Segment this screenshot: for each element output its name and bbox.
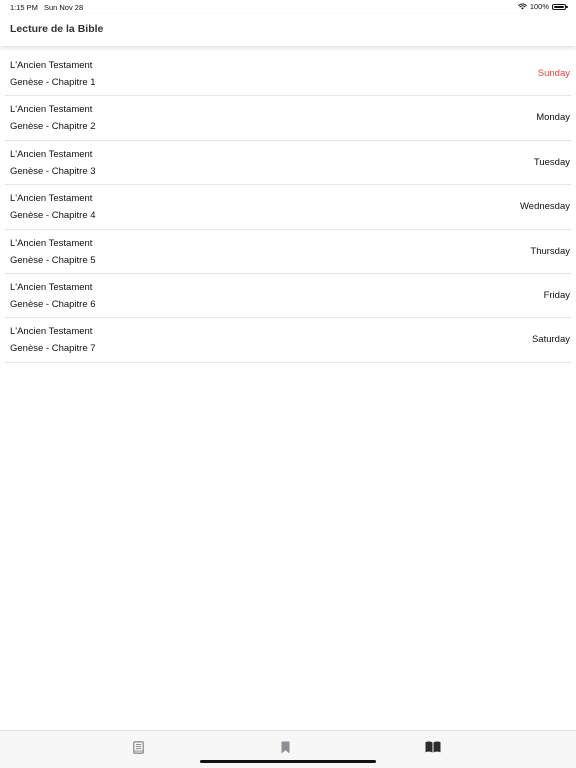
item-day: Monday: [536, 112, 570, 124]
item-chapter: Genèse - Chapitre 1: [10, 77, 96, 88]
status-left: 1:15 PM Sun Nov 28: [10, 3, 83, 12]
app-screen: 1:15 PM Sun Nov 28 100% Lecture de la Bib…: [0, 0, 576, 768]
item-testament: L'Ancien Testament: [10, 60, 93, 71]
wifi-icon: [518, 3, 527, 10]
reading-list-item[interactable]: L'Ancien Testament Genèse - Chapitre 6 Fri…: [5, 274, 571, 319]
battery-fill: [554, 5, 564, 8]
item-day: Thursday: [530, 245, 570, 257]
home-indicator: [200, 760, 376, 763]
item-testament: L'Ancien Testament: [10, 193, 93, 205]
book-icon: [132, 740, 144, 754]
tab-bar: [0, 730, 576, 768]
reading-list-item[interactable]: L'Ancien Testament Genèse - Chapitre 3 Tue…: [5, 141, 571, 186]
tab-reading[interactable]: [423, 740, 443, 754]
battery-icon: [552, 3, 568, 10]
status-right: 100%: [518, 2, 568, 11]
item-day: Friday: [543, 289, 570, 301]
item-chapter: Genèse - Chapitre 2: [10, 121, 96, 133]
item-chapter: Genèse - Chapitre 7: [10, 343, 96, 355]
reading-list: L'Ancien Testament Genèse - Chapitre 1 Sun…: [5, 52, 571, 363]
reading-list-item[interactable]: L'Ancien Testament Genèse - Chapitre 5 Thu…: [5, 230, 571, 274]
battery-percent: 100%: [529, 2, 549, 11]
open-book-icon: [425, 741, 441, 753]
status-time: 1:15 PM: [10, 3, 38, 12]
status-bar: 1:15 PM Sun Nov 28 100%: [0, 0, 576, 14]
item-chapter: Genèse - Chapitre 3: [10, 165, 96, 177]
item-day: Wednesday: [520, 201, 570, 213]
page-title: Lecture de la Bible: [10, 23, 104, 35]
item-day: Sunday: [537, 68, 570, 79]
status-date: Sun Nov 28: [43, 3, 84, 12]
item-testament: L'Ancien Testament: [10, 148, 93, 160]
item-chapter: Genèse - Chapitre 5: [10, 254, 96, 266]
item-testament: L'Ancien Testament: [10, 281, 93, 293]
item-day: Saturday: [531, 334, 570, 346]
item-chapter: Genèse - Chapitre 6: [10, 298, 96, 310]
item-testament: L'Ancien Testament: [10, 237, 93, 249]
reading-list-item[interactable]: L'Ancien Testament Genèse - Chapitre 1 Sun…: [5, 52, 571, 97]
bookmark-icon: [281, 741, 289, 753]
reading-list-item[interactable]: L'Ancien Testament Genèse - Chapitre 2 Mon…: [5, 96, 571, 141]
item-testament: L'Ancien Testament: [10, 104, 93, 116]
item-day: Tuesday: [533, 156, 570, 168]
item-chapter: Genèse - Chapitre 4: [10, 210, 96, 222]
reading-list-item[interactable]: L'Ancien Testament Genèse - Chapitre 4 Wed…: [5, 185, 571, 230]
tab-book[interactable]: [128, 740, 148, 754]
tab-bookmark[interactable]: [275, 740, 295, 754]
item-testament: L'Ancien Testament: [10, 326, 93, 338]
nav-bar: Lecture de la Bible: [0, 14, 576, 46]
reading-list-item[interactable]: L'Ancien Testament Genèse - Chapitre 7 Sat…: [5, 318, 571, 363]
